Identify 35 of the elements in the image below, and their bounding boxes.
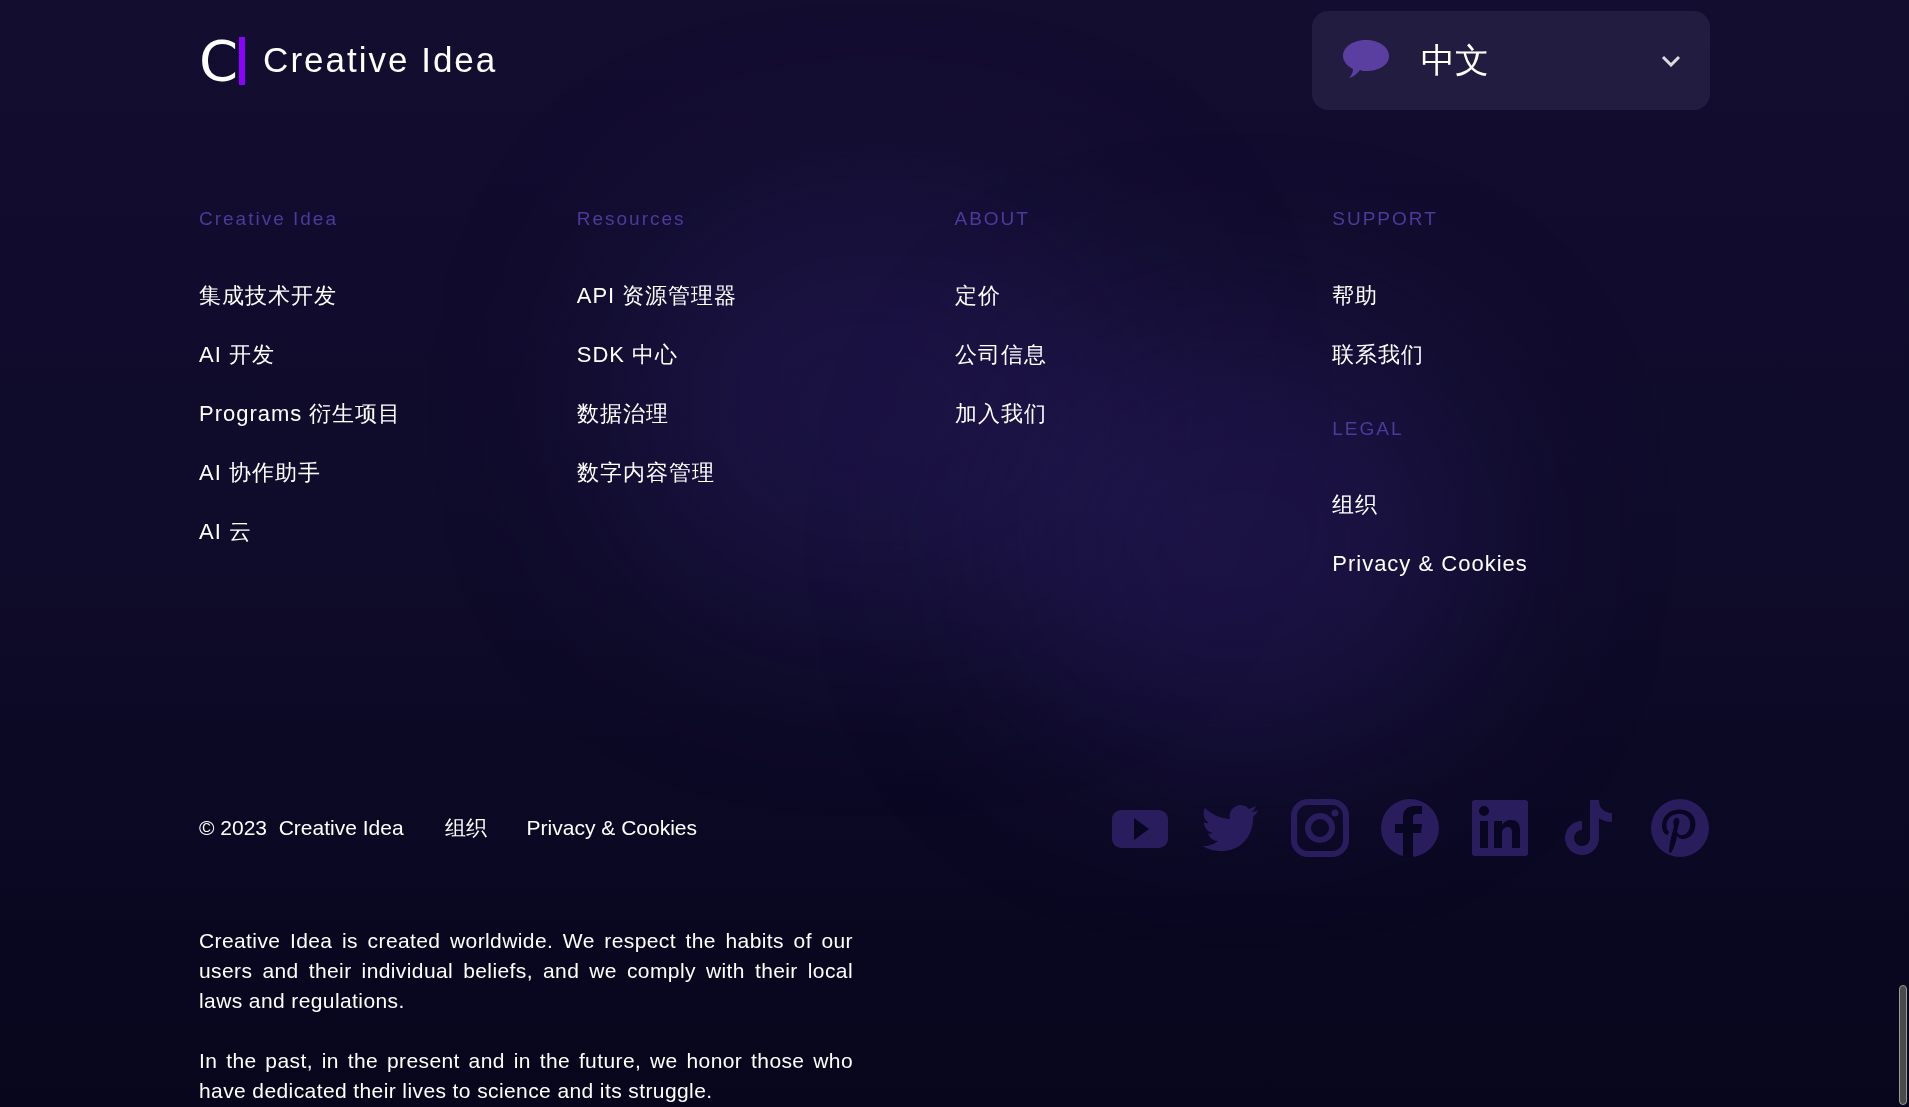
column-heading: LEGAL	[1332, 416, 1405, 441]
footer-link[interactable]: 定价	[954, 280, 1001, 311]
footer-link[interactable]: 公司信息	[954, 339, 1047, 370]
column-heading: Creative Idea	[199, 207, 339, 231]
chevron-down-icon	[1661, 54, 1681, 67]
logo-text[interactable]: Creative Idea	[263, 34, 498, 87]
column-heading: ABOUT	[954, 207, 1031, 231]
footer-link[interactable]: 加入我们	[954, 398, 1047, 429]
footer-link[interactable]: 组织	[1332, 490, 1379, 520]
footer-link[interactable]: AI 开发	[199, 339, 275, 370]
footer-link[interactable]: Privacy & Cookies	[1332, 549, 1528, 579]
footer-link[interactable]: 数字内容管理	[576, 457, 715, 488]
footer-link[interactable]: Privacy & Cookies	[526, 812, 697, 844]
language-selector[interactable]: 中文	[1312, 11, 1710, 110]
pinterest-icon[interactable]	[1650, 798, 1710, 858]
camera-icon[interactable]	[1290, 798, 1350, 858]
footer-link[interactable]: AI 协作助手	[199, 457, 321, 488]
footer-link[interactable]: Programs 衍生项目	[199, 398, 402, 429]
logo-mark[interactable]: C	[199, 34, 246, 87]
footer-link[interactable]: 组织	[444, 812, 487, 844]
column-heading: SUPPORT	[1332, 207, 1439, 231]
footer-link[interactable]: 帮助	[1332, 280, 1379, 311]
column-heading: Resources	[576, 207, 687, 231]
footer-link[interactable]: 数据治理	[576, 398, 669, 429]
footer-link[interactable]: 联系我们	[1332, 339, 1425, 370]
footer-link[interactable]: 集成技术开发	[199, 280, 337, 311]
disclaimer-paragraph: In the past, in the present and in the future, we honor those who have dedicated their lives to science and its struggle.	[199, 1048, 853, 1104]
footer-link[interactable]: AI 云	[199, 516, 252, 547]
footer-link[interactable]: API 资源管理器	[576, 280, 738, 311]
linkedin-icon[interactable]	[1470, 798, 1530, 858]
facebook-icon[interactable]	[1380, 798, 1440, 858]
scrollbar-thumb[interactable]	[1899, 985, 1907, 1105]
footer-link[interactable]: SDK 中心	[576, 339, 679, 370]
disclaimer-paragraph: Creative Idea is created worldwide. We respect the habits of our users and their individual beliefs, and we comply with their local laws and regulations.	[199, 928, 853, 1014]
copyright-text: © 2023 Creative Idea	[199, 815, 404, 842]
